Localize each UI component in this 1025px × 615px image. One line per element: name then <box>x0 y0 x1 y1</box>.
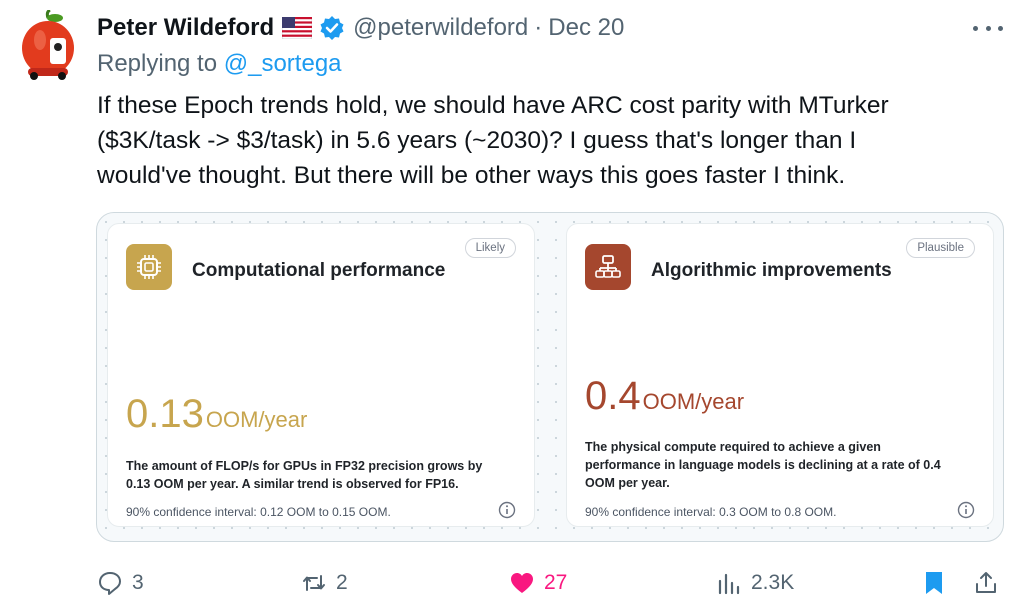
card-title: Algorithmic improvements <box>651 260 892 281</box>
like-count: 27 <box>544 571 568 594</box>
likelihood-badge: Plausible <box>906 238 975 258</box>
bookmark-filled-icon <box>926 572 942 594</box>
tweet-text: If these Epoch trends hold, we should ha… <box>97 92 889 189</box>
tweet-action-bar: 3 2 27 2.3K <box>0 563 1025 603</box>
heart-filled-icon <box>511 573 533 593</box>
metric-card-algorithmic: Algorithmic improvements Plausible 0.4 O… <box>566 223 994 527</box>
metric-unit: OOM/year <box>205 407 308 432</box>
card-title: Computational performance <box>192 260 446 281</box>
views-button[interactable]: 2.3K <box>715 563 794 603</box>
retweet-icon <box>303 575 325 591</box>
retweet-count: 2 <box>336 571 348 594</box>
avatar[interactable] <box>20 8 76 80</box>
views-count: 2.3K <box>751 571 795 594</box>
metric-description: The amount of FLOP/s for GPUs in FP32 pr… <box>126 459 483 491</box>
metric-value: 0.13 <box>126 392 204 436</box>
tweet-date[interactable]: Dec 20 <box>548 14 624 42</box>
metric-value-row: 0.13 OOM/year <box>126 392 307 437</box>
metric-value-row: 0.4 OOM/year <box>585 374 744 419</box>
reply-button[interactable]: 3 <box>96 563 144 603</box>
bookmark-button[interactable] <box>920 563 956 603</box>
tweet-media-image[interactable]: Computational performance Likely 0.13 OO… <box>96 212 1004 542</box>
retweet-button[interactable]: 2 <box>300 563 348 603</box>
more-options-icon[interactable] <box>973 16 1003 40</box>
reply-icon <box>99 572 121 595</box>
separator: · <box>534 14 543 41</box>
replying-to: Replying to @_sortega <box>97 50 342 78</box>
tweet-header: Peter Wildeford @peterwildeford · Dec 20 <box>97 12 624 44</box>
metric-card-computational: Computational performance Likely 0.13 OO… <box>107 223 535 527</box>
likelihood-badge: Likely <box>464 238 516 258</box>
views-chart-icon <box>718 573 740 595</box>
chip-icon <box>126 244 172 290</box>
replying-prefix: Replying to <box>97 50 224 77</box>
metric-description: The physical compute required to achieve… <box>585 440 941 490</box>
metric-value: 0.4 <box>585 374 641 418</box>
confidence-interval: 90% confidence interval: 0.3 OOM to 0.8 … <box>585 505 837 519</box>
share-button[interactable] <box>972 563 1008 603</box>
verified-badge-icon[interactable] <box>319 15 345 41</box>
info-icon <box>498 501 516 519</box>
reply-mention-link[interactable]: @_sortega <box>224 50 342 77</box>
hierarchy-icon <box>585 244 631 290</box>
like-button[interactable]: 27 <box>508 563 567 603</box>
author-handle[interactable]: @peterwildeford <box>353 14 528 42</box>
reply-count: 3 <box>132 571 144 594</box>
share-icon <box>976 572 996 593</box>
author-name[interactable]: Peter Wildeford <box>97 14 274 42</box>
metric-unit: OOM/year <box>642 389 745 414</box>
info-icon <box>957 501 975 519</box>
confidence-interval: 90% confidence interval: 0.12 OOM to 0.1… <box>126 505 391 519</box>
us-flag-icon <box>281 16 313 40</box>
